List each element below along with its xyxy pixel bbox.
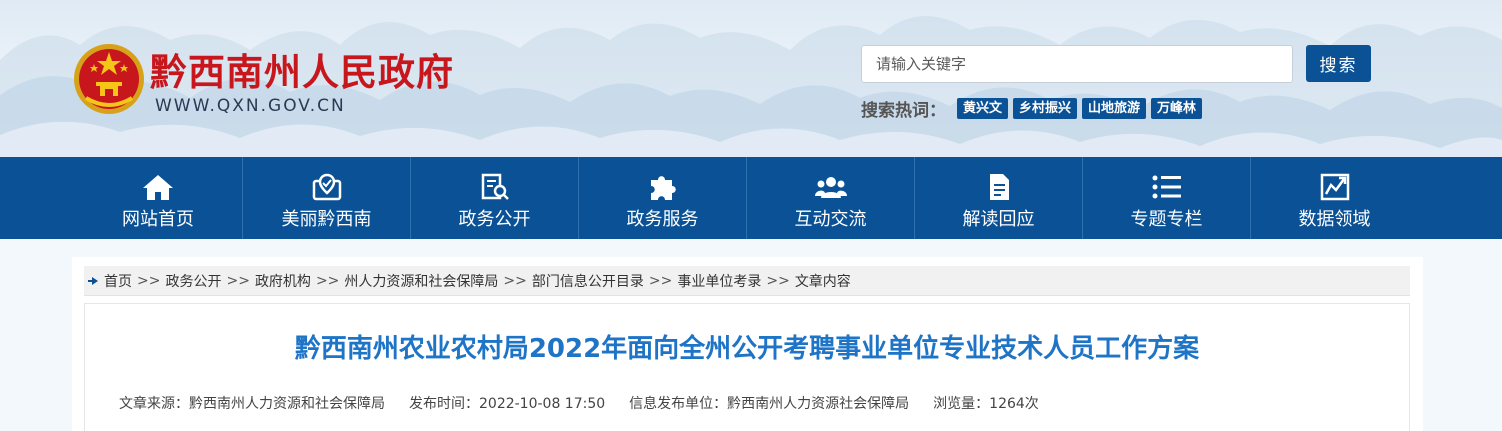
content-panel: 首页 >> 政务公开 >> 政府机构 >> 州人力资源和社会保障局 >> 部门信… [72, 257, 1423, 431]
breadcrumb-item[interactable]: 政务公开 [165, 271, 221, 291]
puzzle-icon [647, 172, 679, 202]
site-header: 黔西南州人民政府 WWW.QXN.GOV.CN 搜索 搜索热词： 黄兴文 乡村振… [0, 0, 1502, 157]
main-nav: 网站首页 美丽黔西南 政务公开 政务服务 互动交流 解读回应 专题专栏 数据领域 [0, 157, 1502, 239]
search-button[interactable]: 搜索 [1306, 45, 1371, 82]
article-meta: 文章来源：黔西南州人力资源和社会保障局 发布时间：2022-10-08 17:5… [119, 393, 1063, 413]
nav-item-label: 互动交流 [794, 209, 867, 230]
breadcrumb-separator: >> [226, 272, 250, 289]
nav-item-label: 美丽黔西南 [281, 209, 372, 230]
breadcrumb: 首页 >> 政务公开 >> 政府机构 >> 州人力资源和社会保障局 >> 部门信… [84, 266, 1410, 296]
document-search-icon [479, 172, 511, 202]
hot-words-list: 黄兴文 乡村振兴 山地旅游 万峰林 [957, 98, 1203, 119]
article-publish-time: 发布时间：2022-10-08 17:50 [409, 396, 606, 412]
nav-item-gov-affairs-open[interactable]: 政务公开 [410, 157, 578, 239]
hot-word-tag[interactable]: 黄兴文 [957, 98, 1009, 119]
nav-item-gov-services[interactable]: 政务服务 [578, 157, 746, 239]
map-pin-icon [311, 172, 343, 202]
breadcrumb-item[interactable]: 首页 [104, 271, 132, 291]
hot-words-label: 搜索热词： [861, 101, 946, 121]
breadcrumb-current: 文章内容 [794, 273, 851, 290]
list-icon [1151, 172, 1183, 202]
breadcrumb-item[interactable]: 部门信息公开目录 [532, 271, 644, 291]
breadcrumb-separator: >> [766, 272, 790, 289]
arrow-right-icon [88, 276, 98, 285]
nav-item-interaction[interactable]: 互动交流 [746, 157, 914, 239]
breadcrumb-separator: >> [137, 272, 161, 289]
file-icon [983, 172, 1015, 202]
article-source: 文章来源：黔西南州人力资源和社会保障局 [119, 396, 385, 412]
nav-item-home[interactable]: 网站首页 [74, 157, 242, 239]
site-url: WWW.QXN.GOV.CN [155, 96, 346, 116]
national-emblem-icon [74, 44, 144, 114]
nav-item-data-domain[interactable]: 数据领域 [1250, 157, 1418, 239]
nav-item-label: 网站首页 [122, 209, 194, 230]
nav-item-interpretation[interactable]: 解读回应 [914, 157, 1082, 239]
hot-word-tag[interactable]: 山地旅游 [1082, 98, 1147, 119]
breadcrumb-separator: >> [503, 272, 527, 289]
nav-item-label: 解读回应 [962, 209, 1035, 230]
users-icon [814, 172, 847, 202]
breadcrumb-item[interactable]: 政府机构 [255, 271, 311, 291]
nav-item-label: 政务公开 [458, 209, 531, 230]
article-views: 浏览量：1264次 [933, 396, 1039, 412]
nav-item-beautiful-qxn[interactable]: 美丽黔西南 [242, 157, 410, 239]
breadcrumb-separator: >> [315, 272, 340, 289]
hot-word-tag[interactable]: 乡村振兴 [1013, 98, 1078, 119]
chart-icon [1319, 172, 1351, 202]
breadcrumb-separator: >> [648, 272, 673, 289]
hot-word-tag[interactable]: 万峰林 [1151, 98, 1203, 119]
nav-item-special-topics[interactable]: 专题专栏 [1082, 157, 1250, 239]
nav-item-label: 专题专栏 [1130, 209, 1203, 230]
breadcrumb-item[interactable]: 事业单位考录 [677, 271, 761, 291]
article-title: 黔西南州农业农村局2022年面向全州公开考聘事业单位专业技术人员工作方案 [294, 334, 1200, 364]
article: 黔西南州农业农村局2022年面向全州公开考聘事业单位专业技术人员工作方案 文章来… [84, 303, 1410, 431]
breadcrumb-item[interactable]: 州人力资源和社会保障局 [344, 271, 498, 291]
home-icon [142, 172, 174, 202]
article-publisher: 信息发布单位：黔西南州人力资源社会保障局 [629, 396, 910, 412]
nav-item-label: 政务服务 [626, 209, 699, 230]
site-title[interactable]: 黔西南州人民政府 [150, 48, 454, 96]
nav-item-label: 数据领域 [1298, 209, 1371, 230]
search-input[interactable] [861, 45, 1293, 83]
